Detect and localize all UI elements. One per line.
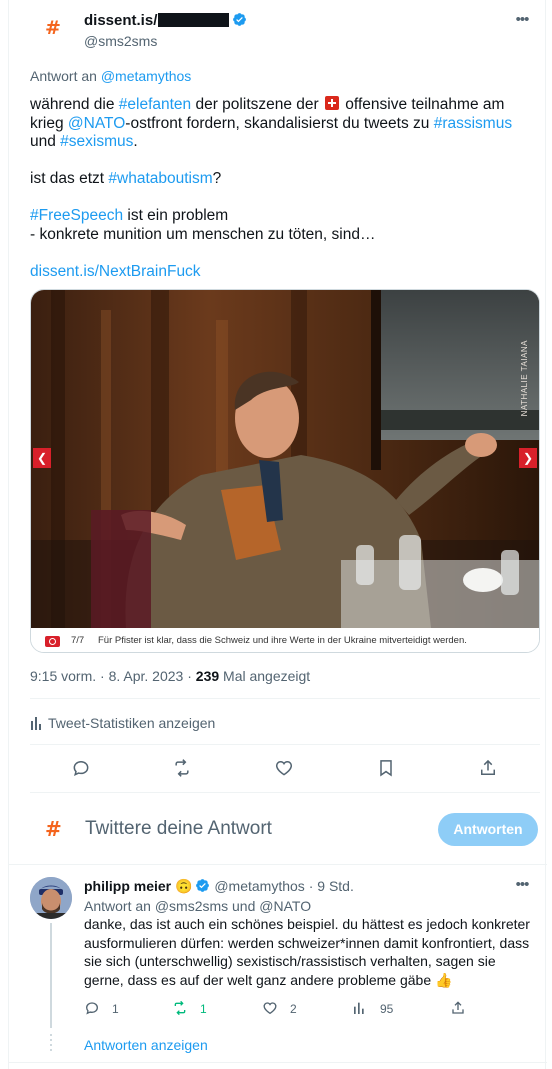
divider bbox=[9, 864, 547, 865]
reply-to-mention[interactable]: @metamythos bbox=[101, 68, 191, 84]
hashtag-link[interactable]: #sexismus bbox=[60, 133, 133, 150]
text-span: der politszene der bbox=[191, 96, 323, 113]
views-count: 239 bbox=[195, 668, 220, 684]
tweet-line: #FreeSpeech ist ein problem bbox=[30, 207, 540, 226]
mention-link[interactable]: @NATO bbox=[68, 115, 125, 132]
views-count: 95 bbox=[380, 1002, 394, 1016]
text-span: krieg bbox=[30, 114, 68, 132]
bookmark-icon[interactable] bbox=[376, 758, 396, 778]
text-span: und bbox=[30, 133, 61, 150]
reply-reply-button[interactable]: 1 bbox=[84, 1000, 119, 1017]
swiss-flag-emoji-icon bbox=[325, 96, 339, 110]
avatar[interactable] bbox=[30, 877, 72, 919]
avatar-image bbox=[30, 877, 72, 919]
tweet-line: - konkrete munition um menschen zu töten… bbox=[30, 225, 376, 243]
thread-dots bbox=[50, 1034, 52, 1054]
next-photo-arrow-icon[interactable]: ❯ bbox=[519, 448, 537, 468]
author-name[interactable]: dissent.is/ bbox=[84, 12, 247, 30]
tweet-photo bbox=[31, 290, 539, 628]
camera-icon bbox=[45, 636, 60, 647]
divider bbox=[30, 744, 540, 745]
divider bbox=[30, 698, 540, 699]
tweet-line: krieg @NATO-ostfront fordern, skandalisi… bbox=[30, 115, 540, 134]
reply-to-line: Antwort an @metamythos bbox=[30, 67, 191, 85]
like-icon bbox=[263, 1002, 277, 1015]
redacted-block bbox=[158, 13, 230, 27]
tweet-stats-label: Tweet-Statistiken anzeigen bbox=[48, 715, 216, 731]
tweet-line: und #sexismus. bbox=[30, 133, 540, 152]
text-span: ist das etzt bbox=[30, 170, 109, 187]
reply-submit-button[interactable]: Antworten bbox=[438, 813, 538, 846]
timeline-column: # dissent.is/ @sms2sms ••• Antwort an @m… bbox=[8, 0, 547, 1069]
reply-text: danke, das ist auch ein schönes beispiel… bbox=[84, 916, 530, 988]
views-label: Mal angezeigt bbox=[223, 668, 311, 684]
hashtag-link[interactable]: #elefanten bbox=[119, 96, 191, 113]
more-options-icon[interactable]: ••• bbox=[514, 12, 530, 31]
smile-emoji-icon: 🙃 bbox=[175, 878, 193, 894]
url-link[interactable]: dissent.is/NextBrainFuck bbox=[30, 263, 201, 280]
hashtag-link[interactable]: #rassismus bbox=[434, 115, 512, 132]
photo-caption-bar: 7/7 Für Pfister ist klar, dass die Schwe… bbox=[31, 628, 539, 652]
tweet-line: ist das etzt #whataboutism? bbox=[30, 170, 540, 189]
divider bbox=[9, 1062, 547, 1063]
retweet-count: 1 bbox=[200, 1002, 207, 1016]
tweet-date[interactable]: 8. Apr. 2023 bbox=[109, 668, 184, 684]
like-count: 2 bbox=[290, 1002, 297, 1016]
author-handle[interactable]: @sms2sms bbox=[84, 32, 157, 50]
share-icon[interactable] bbox=[478, 758, 498, 778]
retweet-icon[interactable] bbox=[172, 758, 192, 778]
hash-logo-avatar: # bbox=[45, 817, 62, 841]
text-span: während die bbox=[30, 96, 119, 113]
reply-icon[interactable] bbox=[71, 758, 91, 778]
reply-icon bbox=[85, 1002, 99, 1015]
prev-photo-arrow-icon[interactable]: ❮ bbox=[33, 448, 51, 468]
reply-header: philipp meier 🙃 @metamythos · 9 Std. bbox=[84, 878, 354, 894]
text-span: . bbox=[133, 133, 138, 150]
hash-logo-avatar[interactable]: # bbox=[45, 18, 61, 38]
retweet-icon bbox=[174, 1000, 186, 1016]
tweet-meta: 9:15 vorm. · 8. Apr. 2023 · 239 Mal ange… bbox=[30, 668, 311, 684]
text-span: ist ein problem bbox=[123, 207, 229, 224]
media-card[interactable]: NATHALIE TAIANA ❮ ❯ 7/7 Für Pfister ist … bbox=[30, 289, 540, 653]
reply-to-label: Antwort an bbox=[30, 68, 97, 84]
reply-share-button[interactable] bbox=[450, 1000, 478, 1017]
reply-compose-input[interactable]: Twittere deine Antwort bbox=[85, 817, 272, 841]
divider bbox=[30, 792, 540, 793]
tweet-time[interactable]: 9:15 vorm. bbox=[30, 668, 96, 684]
reply-views-button[interactable]: 95 bbox=[352, 1000, 393, 1017]
hashtag-link[interactable]: #whataboutism bbox=[108, 170, 212, 187]
views-bars-icon bbox=[354, 1002, 364, 1014]
reply-author-name[interactable]: philipp meier bbox=[84, 878, 171, 894]
thread-line bbox=[50, 923, 52, 1028]
verified-badge-icon bbox=[233, 13, 247, 26]
reply-retweet-button[interactable]: 1 bbox=[172, 1000, 207, 1017]
show-replies-link[interactable]: Antworten anzeigen bbox=[84, 1036, 208, 1054]
hashtag-link[interactable]: #FreeSpeech bbox=[30, 207, 123, 224]
reply-time[interactable]: 9 Std. bbox=[317, 878, 354, 894]
text-span: -ostfront fordern, skandalisierst du twe… bbox=[125, 114, 434, 132]
photo-caption: Für Pfister ist klar, dass die Schweiz u… bbox=[98, 635, 467, 646]
author-name-text: dissent.is/ bbox=[84, 12, 158, 29]
reply-like-button[interactable]: 2 bbox=[262, 1000, 297, 1017]
reply-author-handle[interactable]: @metamythos bbox=[214, 878, 304, 894]
photo-credit: NATHALIE TAIANA bbox=[520, 340, 529, 417]
tweet-line: dissent.is/NextBrainFuck bbox=[30, 263, 540, 282]
stats-bars-icon bbox=[31, 717, 41, 730]
tweet-line: während die #elefanten der politszene de… bbox=[30, 96, 540, 115]
tweet-text: während die #elefanten der politszene de… bbox=[30, 96, 540, 281]
reply-count: 1 bbox=[112, 1002, 119, 1016]
tweet-stats-link[interactable]: Tweet-Statistiken anzeigen bbox=[30, 714, 215, 732]
photo-count: 7/7 bbox=[71, 635, 85, 646]
share-icon bbox=[452, 1001, 464, 1014]
more-options-icon[interactable]: ••• bbox=[514, 877, 530, 896]
like-icon[interactable] bbox=[274, 758, 294, 778]
text-span: offensive teilnahme am bbox=[341, 96, 505, 113]
reply-replying-to: Antwort an @sms2sms und @NATO bbox=[84, 898, 312, 914]
verified-badge-icon bbox=[196, 879, 210, 892]
text-span: ? bbox=[212, 170, 222, 187]
